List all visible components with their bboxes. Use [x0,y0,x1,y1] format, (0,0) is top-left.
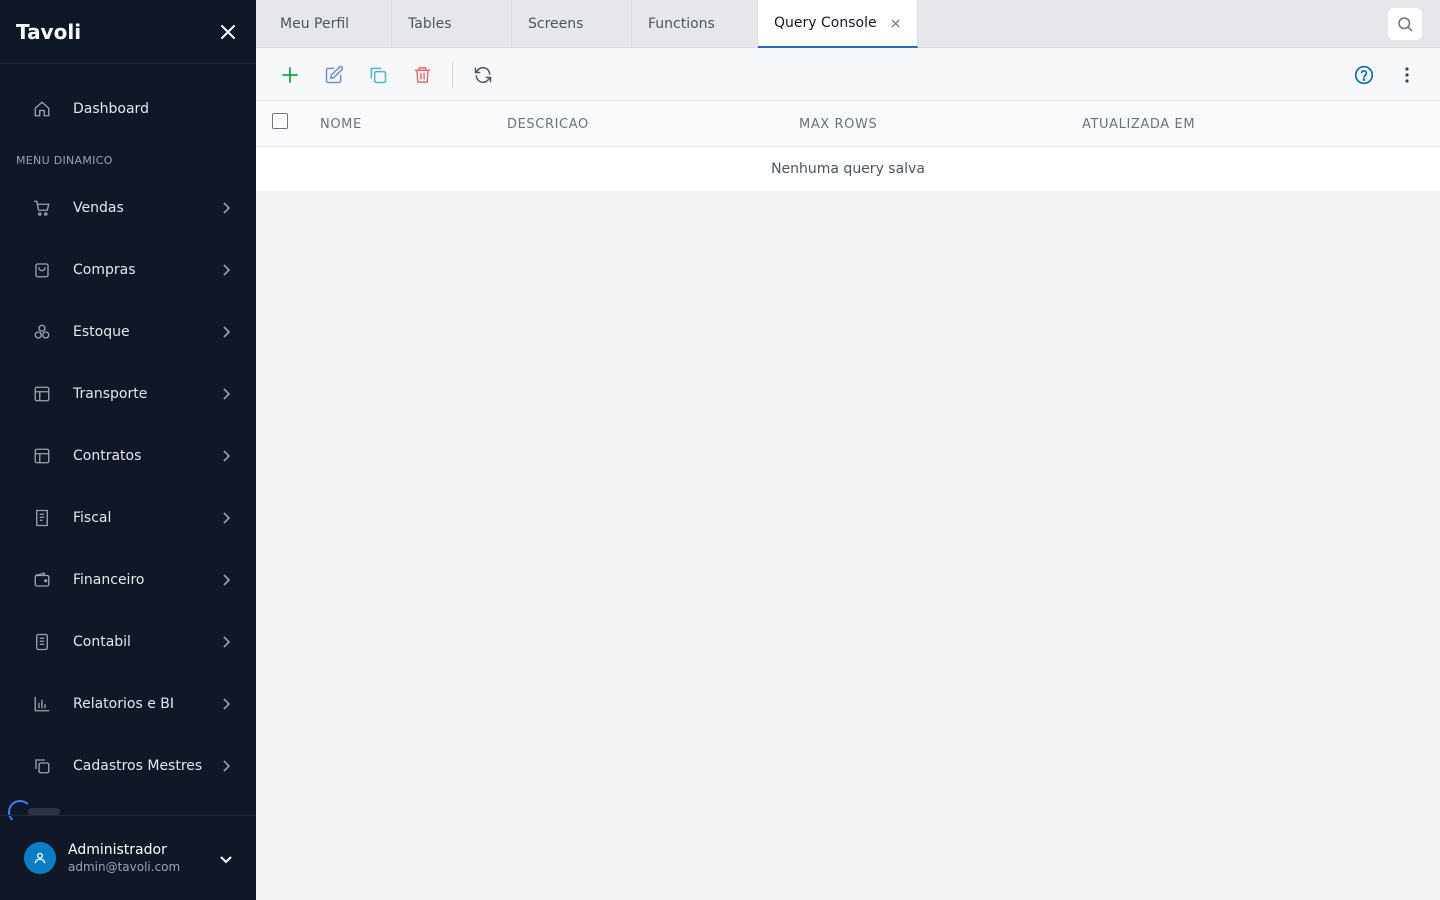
sidebar-item-financeiro[interactable]: Financeiro [0,558,256,602]
tab-label: Meu Perfil [280,16,350,32]
user-name: Administrador [68,842,167,858]
tab-bar: Meu Perfil Tables Screens Functions Quer… [256,0,1440,48]
sidebar-item-label: Contabil [73,634,131,650]
chevron-right-icon [220,760,232,772]
user-email: admin@tavoli.com [68,860,181,874]
sidebar-item-estoque[interactable]: Estoque [0,310,256,354]
sidebar-item-label: Vendas [73,200,124,216]
toolbar-divider [452,62,453,88]
column-header-atualizada-em[interactable]: ATUALIZADA EM [1082,101,1195,147]
chevron-right-icon [220,326,232,338]
sidebar-item-label: Cadastros Mestres [73,758,203,774]
sidebar-item-relatorios[interactable]: Relatorios e BI [0,682,256,726]
tab-tables[interactable]: Tables [392,0,512,48]
tab-label: Functions [648,16,715,32]
column-header-descricao[interactable]: DESCRICAO [507,101,589,147]
close-icon [221,24,235,39]
sidebar-item-label: Fiscal [73,510,112,526]
refresh-button[interactable] [470,62,496,88]
duplicate-button[interactable] [365,62,391,88]
chevron-right-icon [220,574,232,586]
sidebar-item-label: Estoque [73,324,130,340]
search-icon [1398,17,1413,32]
duplicate-icon [370,67,387,84]
boxes-icon [32,322,52,342]
bar-chart-icon [32,694,52,714]
help-button[interactable] [1351,62,1377,88]
chevron-right-icon [220,450,232,462]
add-button[interactable] [277,62,303,88]
close-sidebar-button[interactable] [216,20,240,44]
toolbar [256,48,1440,101]
sidebar-item-label: Dashboard [73,101,149,117]
chevron-right-icon [220,264,232,276]
wallet-icon [32,570,52,590]
layout-icon [32,446,52,466]
tab-meu-perfil[interactable]: Meu Perfil [264,0,392,48]
sidebar-item-transporte[interactable]: Transporte [0,372,256,416]
brand-logo: Tavoli [16,19,82,44]
chevron-right-icon [220,512,232,524]
tab-label: Query Console [774,15,877,31]
plus-icon [282,67,298,83]
search-button[interactable] [1388,8,1422,40]
column-header-nome[interactable]: NOME [320,101,362,147]
chevron-down-icon [220,849,232,868]
more-options-button[interactable] [1394,62,1420,88]
home-icon [32,99,52,119]
table-header: NOME DESCRICAO MAX ROWS ATUALIZADA EM [256,101,1440,147]
user-menu[interactable]: Administrador admin@tavoli.com [0,815,256,900]
cart-icon [32,198,52,218]
edit-icon [325,65,344,84]
sidebar-item-dashboard[interactable]: Dashboard [0,87,256,131]
user-icon [34,852,46,864]
layout-icon [32,384,52,404]
tab-label: Screens [528,16,584,32]
sidebar-item-contratos[interactable]: Contratos [0,434,256,478]
refresh-icon [474,66,492,84]
tab-query-console[interactable]: Query Console [758,0,918,48]
sidebar-item-label: Transporte [73,386,148,402]
chevron-right-icon [220,698,232,710]
sidebar-item-compras[interactable]: Compras [0,248,256,292]
sidebar-item-label: Financeiro [73,572,145,588]
receipt-icon [32,508,52,528]
column-header-max-rows[interactable]: MAX ROWS [799,101,877,147]
sidebar-item-fiscal[interactable]: Fiscal [0,496,256,540]
delete-button[interactable] [409,62,435,88]
close-tab-button[interactable] [891,18,900,28]
tab-functions[interactable]: Functions [632,0,758,48]
chevron-right-icon [220,388,232,400]
sidebar-item-label: Contratos [73,448,142,464]
shopping-bag-icon [32,260,52,280]
trash-icon [414,67,430,83]
close-icon [891,18,900,28]
sidebar: Tavoli Dashboard MENU DINAMICO Vendas Co… [0,0,256,900]
edit-button[interactable] [321,62,347,88]
empty-state-message: Nenhuma query salva [771,161,925,177]
sidebar-section-label: MENU DINAMICO [16,154,113,167]
ledger-icon [32,632,52,652]
select-all-checkbox[interactable] [272,113,288,129]
help-icon [1354,65,1374,85]
sidebar-header: Tavoli [0,0,256,64]
empty-state-row: Nenhuma query salva [256,147,1440,191]
tab-label: Tables [408,16,452,32]
sidebar-item-cadastros[interactable]: Cadastros Mestres [0,744,256,788]
avatar [24,842,56,874]
sidebar-item-contabil[interactable]: Contabil [0,620,256,664]
copy-icon [32,756,52,776]
user-info: Administrador admin@tavoli.com [68,841,220,875]
more-vertical-icon [1405,67,1409,83]
tab-screens[interactable]: Screens [512,0,632,48]
chevron-right-icon [220,636,232,648]
sidebar-item-label: Relatorios e BI [73,696,174,712]
sidebar-item-label: Compras [73,262,136,278]
chevron-right-icon [220,202,232,214]
sidebar-item-vendas[interactable]: Vendas [0,186,256,230]
